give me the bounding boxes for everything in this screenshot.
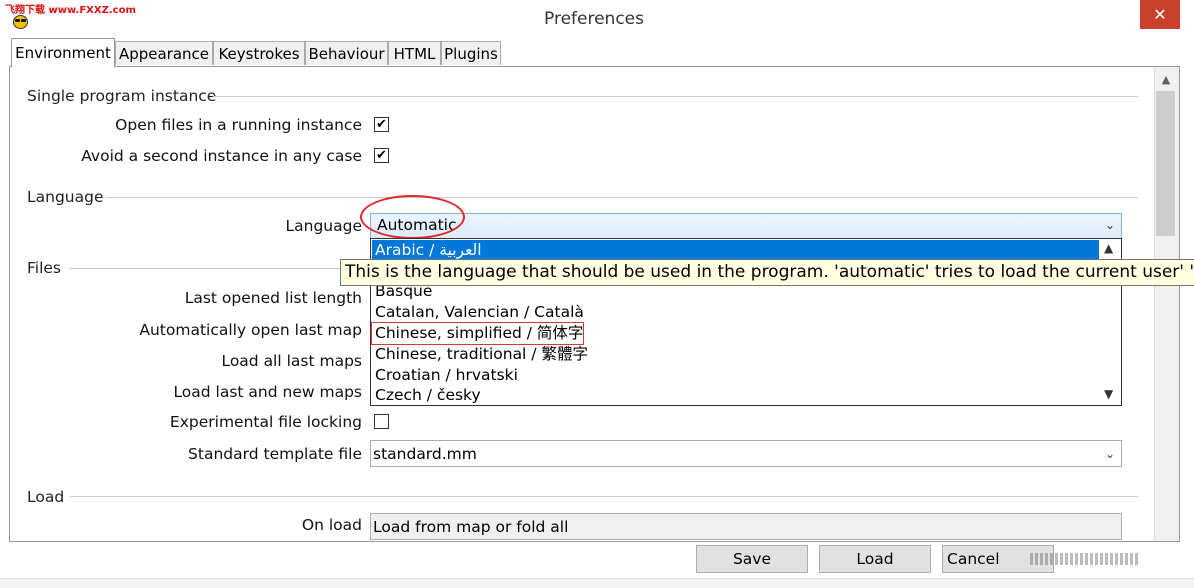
on-load-label: On load [301,516,362,534]
chevron-up-icon[interactable]: ▲ [1104,241,1113,255]
chevron-down-icon[interactable]: ▼ [1104,387,1113,401]
load-button[interactable]: Load [819,545,931,573]
separator [69,268,369,269]
template-value: standard.mm [373,445,477,463]
language-label: Language [285,217,363,235]
chevron-down-icon[interactable]: ⌄ [1105,214,1115,237]
render-artifact [1030,553,1140,565]
save-button[interactable]: Save [696,545,808,573]
avoid-second-checkbox[interactable]: ✔ [374,148,389,163]
tab-behaviour[interactable]: Behaviour [305,41,388,65]
experimental-lock-label: Experimental file locking [169,413,362,431]
tab-appearance[interactable]: Appearance [115,41,213,65]
load-all-label: Load all last maps [221,352,362,370]
chevron-down-icon[interactable]: ⌄ [1105,441,1115,467]
load-last-new-label: Load last and new maps [173,383,362,401]
scroll-up-icon[interactable]: ▲ [1156,72,1176,88]
language-option[interactable]: Czech / česky [372,385,1099,405]
language-option[interactable]: Chinese, traditional / 繁體字 [372,344,1099,365]
separator [70,496,1138,497]
scrollbar-thumb[interactable] [1156,91,1175,236]
tab-environment[interactable]: Environment [11,38,115,67]
close-button[interactable]: ✕ [1140,0,1180,29]
annotation-circle [360,195,465,239]
open-files-label: Open files in a running instance [115,116,362,134]
template-select[interactable]: standard.mm ⌄ [370,440,1122,467]
auto-open-label: Automatically open last map [139,321,362,339]
last-opened-label: Last opened list length [184,289,362,307]
language-option[interactable]: Catalan, Valencian / Català [372,302,1099,323]
section-single-instance: Single program instance [27,87,217,105]
language-tooltip: This is the language that should be used… [340,259,1194,286]
tab-html[interactable]: HTML [388,41,441,65]
avoid-second-label: Avoid a second instance in any case [81,147,362,165]
on-load-value: Load from map or fold all [373,518,569,536]
section-language: Language [27,188,104,206]
separator [106,197,1138,198]
language-option[interactable]: Chinese, simplified / 简体字 [371,322,585,345]
on-load-select[interactable]: Load from map or fold all [370,513,1122,540]
tab-keystrokes[interactable]: Keystrokes [213,41,305,65]
language-option[interactable]: Arabic / العربية [372,240,1099,261]
template-label: Standard template file [188,445,362,463]
separator [213,96,1138,97]
language-option[interactable]: Croatian / hrvatski [372,365,1099,386]
window-title: Preferences [544,9,644,29]
tab-plugins[interactable]: Plugins [441,41,501,65]
section-files: Files [27,259,62,277]
section-load: Load [27,488,65,506]
experimental-lock-checkbox[interactable] [374,414,389,429]
language-select[interactable]: Automatic ⌄ [370,213,1122,239]
open-files-checkbox[interactable]: ✔ [374,117,389,132]
